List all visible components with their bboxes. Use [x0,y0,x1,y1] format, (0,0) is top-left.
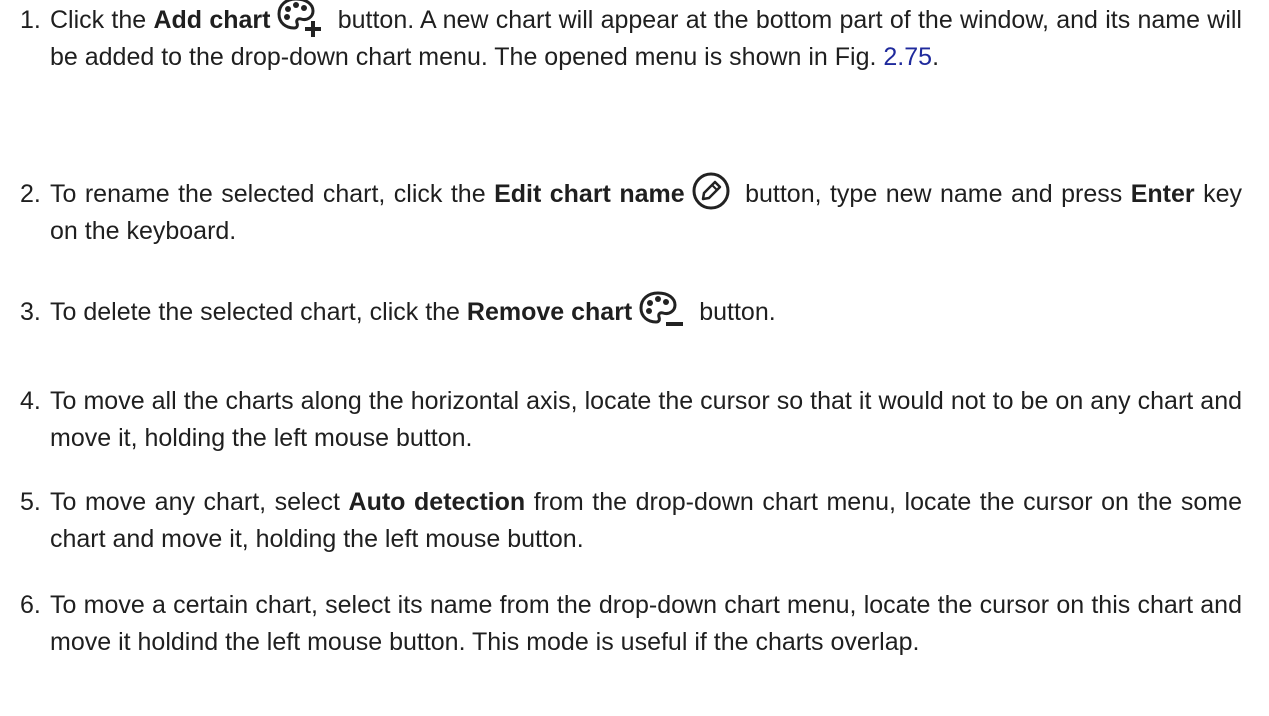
step-number: 2. [20,180,41,208]
edit-chart-name-label: Edit chart name [494,180,685,208]
step-text: To delete the selected chart, click the … [50,291,1242,331]
step-lead: To delete the selected chart, click the [50,298,467,326]
step-lead: To rename the selected chart, click the [50,180,495,208]
enter-key-label: Enter [1130,180,1195,208]
step-text: To rename the selected chart, click the … [50,172,1242,250]
pencil-circle-icon [691,171,731,211]
palette-plus-icon [276,0,324,39]
step-lead: Click the [50,6,154,34]
step-number: 3. [20,298,41,326]
auto-detection-label: Auto detection [348,488,526,516]
step-text: To move a certain chart, select its name… [50,591,1242,656]
step-tail: . [932,43,940,72]
step-number: 4. [20,387,41,415]
step-text: To move all the charts along the horizon… [50,387,1242,452]
step-number: 1. [20,6,41,34]
palette-minus-icon [638,289,686,329]
step-text: Click the Add chart button. A new chart … [50,0,1242,76]
add-chart-label: Add chart [153,6,271,34]
step-number: 6. [20,591,41,619]
step-rest: button, type new name and press [736,180,1131,208]
remove-chart-label: Remove chart [466,298,633,326]
step-tail: button. [692,298,776,326]
step-text: To move any chart, select Auto detection… [50,484,1242,558]
step-number: 5. [20,488,41,516]
step-lead: To move any chart, select [50,488,349,516]
figure-link[interactable]: 2.75 [883,43,932,71]
